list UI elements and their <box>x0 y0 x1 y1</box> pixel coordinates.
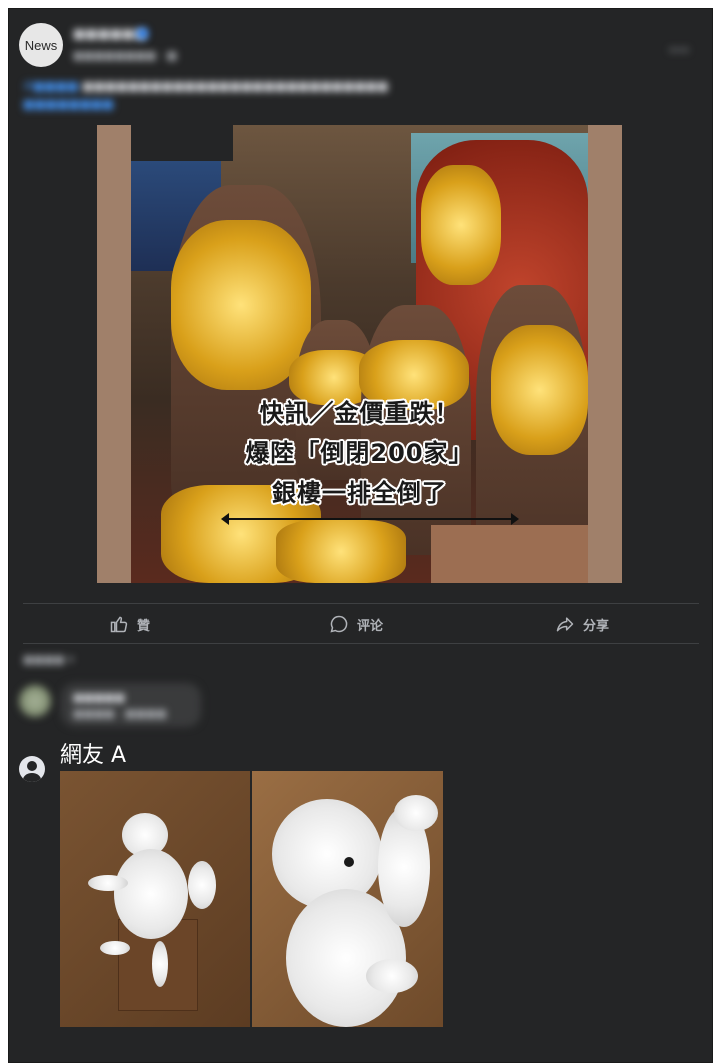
gold-ornament <box>421 165 501 285</box>
post-hashtag[interactable]: #■■■■ <box>23 79 78 93</box>
arrow-right-head <box>511 513 519 525</box>
post-frame: News ■■■■■■ ■■■■■■■■ · ■ #■■■■ ■■■■■■■■■… <box>8 8 713 1063</box>
comment-text: ■■■■ · ■■■■ <box>73 707 167 720</box>
display-base <box>431 525 588 583</box>
like-button[interactable]: 贊 <box>109 607 150 641</box>
verified-icon <box>137 28 148 39</box>
gold-bangles-front <box>276 520 406 583</box>
post-meta: ■■■■■■■■ · ■ <box>73 49 178 62</box>
post-body: ■■■■■■■■■■■■■■■■■■■■■■■■■■■ <box>82 79 389 93</box>
cat-eye <box>344 857 354 867</box>
user-icon <box>19 756 45 782</box>
like-label: 贊 <box>137 618 151 634</box>
cat-leg-left <box>100 941 130 955</box>
post-link[interactable]: ■■■■■■■■ <box>23 95 543 113</box>
headline-line-2: 爆陸「倒閉200家」 <box>245 439 474 467</box>
comment-sort[interactable]: ■■■■ ▾ <box>23 653 74 666</box>
cat-raised-paw <box>394 795 438 831</box>
share-button[interactable]: 分享 <box>555 607 609 641</box>
comment-icon <box>330 615 348 633</box>
cat-leg-right <box>152 941 168 987</box>
headline-line-1: 快訊／金價重跌！ <box>259 399 460 427</box>
post-image[interactable]: 快訊／金價重跌！ 爆陸「倒閉200家」 銀樓一排全倒了 <box>97 125 622 583</box>
commenter-avatar[interactable] <box>19 685 51 717</box>
cat-lower-paw <box>366 959 418 993</box>
action-bar: 贊 评论 分享 <box>23 607 699 641</box>
comment-author: 網友 A <box>60 743 127 768</box>
arrow-left-head <box>221 513 229 525</box>
commenter-name[interactable]: ■■■■■ <box>73 691 125 704</box>
more-icon[interactable] <box>670 37 692 52</box>
double-arrow <box>225 518 515 520</box>
cat-body-left <box>114 849 188 939</box>
redaction-box <box>131 125 233 161</box>
share-icon <box>556 617 574 632</box>
meme-image[interactable] <box>60 771 443 1027</box>
jewelry-photo: 快訊／金價重跌！ 爆陸「倒閉200家」 銀樓一排全倒了 <box>131 125 588 583</box>
comment-label: 评论 <box>357 618 384 634</box>
cat-tail-left <box>188 861 216 909</box>
post-header: News ■■■■■■ ■■■■■■■■ · ■ #■■■■ ■■■■■■■■■… <box>9 9 712 129</box>
page-avatar[interactable]: News <box>19 23 63 67</box>
cat-arm-left <box>88 875 128 891</box>
comment-bubble <box>61 683 201 727</box>
divider-top <box>23 603 699 604</box>
headline-line-3: 銀樓一排全倒了 <box>272 479 447 507</box>
like-icon <box>110 616 128 633</box>
share-label: 分享 <box>583 618 610 634</box>
divider-bottom <box>23 643 699 644</box>
page-name[interactable]: ■■■■■■ <box>73 27 147 42</box>
comment-button[interactable]: 评论 <box>329 607 383 641</box>
post-text: #■■■■ ■■■■■■■■■■■■■■■■■■■■■■■■■■■ ■■■■■■… <box>23 77 543 113</box>
